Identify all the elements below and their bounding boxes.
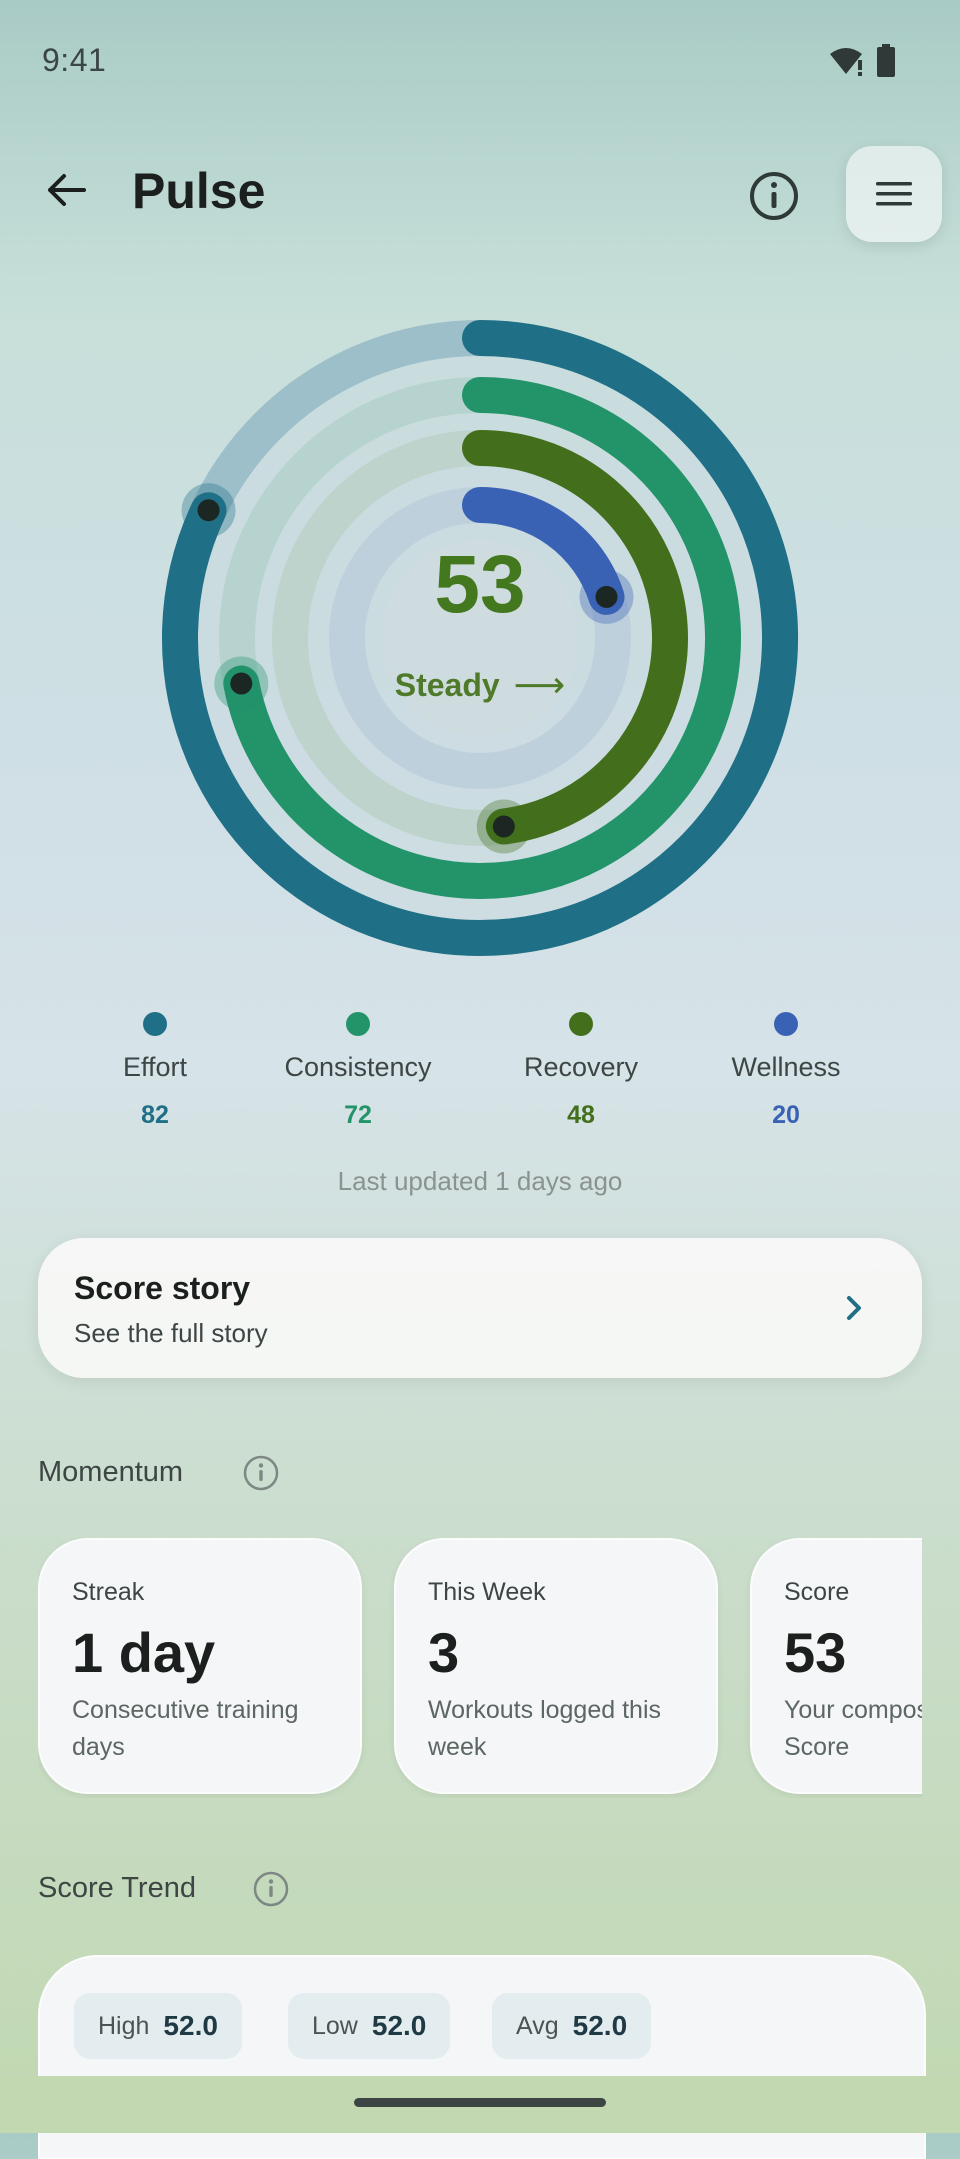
- chip-value: 52.0: [163, 2010, 218, 2041]
- legend-value: 48: [567, 1101, 595, 1129]
- legend-consistency: Consistency 72: [258, 1012, 458, 1130]
- card-value: 53: [784, 1621, 847, 1684]
- legend-value: 20: [772, 1101, 800, 1129]
- arrow-right-icon: ⟶: [513, 664, 566, 705]
- battery-icon: [877, 44, 895, 77]
- story-subtitle: See the full story: [74, 1318, 268, 1348]
- chip-high: High 52.0: [74, 1993, 242, 2059]
- legend-label: Effort: [122, 1052, 188, 1082]
- momentum-card-score[interactable]: Score 53 Your composite Kinoku Score: [750, 1538, 922, 1794]
- legend-label: Consistency: [284, 1052, 432, 1082]
- last-updated: Last updated 1 days ago: [337, 1166, 623, 1196]
- legend-wellness: Wellness 20: [686, 1012, 886, 1130]
- legend-label: Recovery: [523, 1052, 639, 1082]
- card-label: This Week: [428, 1578, 546, 1606]
- card-description: Your composite Kinoku Score: [784, 1696, 922, 1761]
- status-icons: [828, 44, 896, 78]
- score-trend-info-icon[interactable]: [252, 1870, 290, 1908]
- chip-key: High: [98, 2011, 150, 2040]
- momentum-title: Momentum: [38, 1456, 184, 1488]
- info-icon: [750, 172, 798, 220]
- card-label: Score: [784, 1578, 850, 1606]
- card-description: Consecutive training days: [72, 1696, 299, 1761]
- status-time: 9:41: [42, 42, 107, 78]
- chevron-right-icon: [847, 1296, 861, 1320]
- ring-knob-recovery: [492, 815, 515, 838]
- ring-knob-effort: [197, 499, 220, 522]
- legend-dot: [143, 1012, 167, 1036]
- card-label: Streak: [72, 1578, 145, 1606]
- chip-value: 52.0: [371, 2010, 427, 2041]
- legend-effort: Effort 82: [55, 1012, 255, 1130]
- score-status[interactable]: Steady ⟶: [330, 664, 630, 706]
- ring-knob-wellness: [595, 585, 618, 608]
- card-description: Workouts logged this week: [428, 1696, 661, 1761]
- home-indicator[interactable]: [354, 2098, 606, 2107]
- legend-value: 72: [344, 1101, 372, 1129]
- wifi-icon: [830, 48, 862, 76]
- momentum-cards[interactable]: Streak 1 day Consecutive training days T…: [38, 1538, 922, 1798]
- legend-dot: [774, 1012, 798, 1036]
- score-rings: [162, 320, 798, 956]
- ring-knob-consistency: [230, 672, 253, 695]
- chip-low: Low 52.0: [288, 1993, 451, 2059]
- menu-icon: [876, 182, 912, 206]
- chip-value: 52.0: [572, 2010, 628, 2041]
- page-title: Pulse: [132, 163, 266, 219]
- score-status-label: Steady: [394, 666, 500, 703]
- legend-recovery: Recovery 48: [481, 1012, 681, 1130]
- back-button[interactable]: [36, 160, 96, 220]
- momentum-card-streak[interactable]: Streak 1 day Consecutive training days: [38, 1538, 362, 1794]
- legend-dot: [569, 1012, 593, 1036]
- legend-value: 82: [141, 1101, 169, 1129]
- info-button[interactable]: [744, 166, 804, 226]
- momentum-card-this-week[interactable]: This Week 3 Workouts logged this week: [394, 1538, 718, 1794]
- momentum-info-icon[interactable]: [242, 1454, 280, 1492]
- card-value: 1 day: [72, 1621, 216, 1684]
- legend-label: Wellness: [731, 1052, 841, 1082]
- chip-key: Avg: [516, 2011, 559, 2040]
- menu-button[interactable]: [846, 146, 942, 242]
- chip-key: Low: [312, 2011, 358, 2040]
- arrow-left-icon: [48, 174, 86, 206]
- story-title: Score story: [74, 1270, 251, 1306]
- score-story-card[interactable]: Score story See the full story: [38, 1238, 922, 1378]
- score-trend-title: Score Trend: [38, 1872, 196, 1904]
- score-value: 53: [434, 539, 526, 630]
- legend-dot: [346, 1012, 370, 1036]
- chip-avg: Avg 52.0: [492, 1993, 652, 2059]
- card-value: 3: [428, 1621, 460, 1684]
